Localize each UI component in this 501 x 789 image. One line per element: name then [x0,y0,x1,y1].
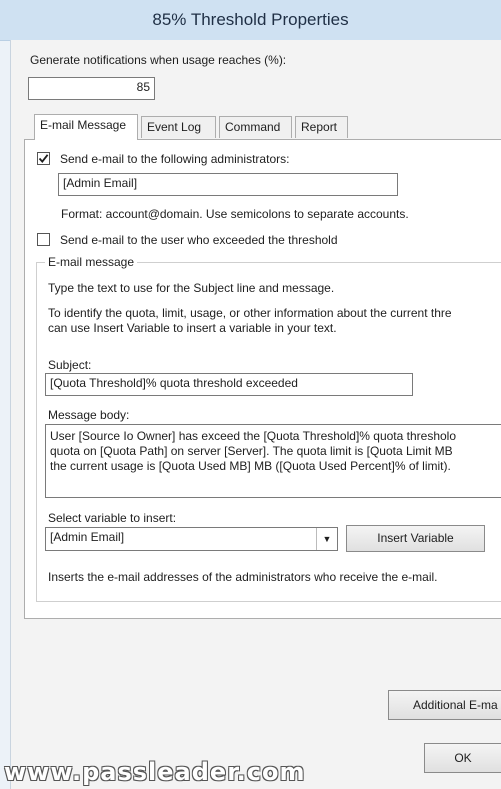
insert-variable-button[interactable]: Insert Variable [346,525,485,552]
message-body-line-1: User [Source Io Owner] has exceed the [Q… [50,429,457,443]
instructions-text: Type the text to use for the Subject lin… [48,281,335,295]
watermark-text: www.passleader.com [4,758,306,786]
tab-email-message[interactable]: E-mail Message [34,114,138,140]
additional-email-headers-button[interactable]: Additional E-ma [388,690,501,720]
subject-input[interactable]: [Quota Threshold]% quota threshold excee… [45,373,413,396]
variable-hint-line-2: can use Insert Variable to insert a vari… [48,321,337,335]
message-body-textarea[interactable]: User [Source Io Owner] has exceed the [Q… [45,424,501,498]
tab-event-log[interactable]: Event Log [141,116,216,138]
user-email-checkbox[interactable] [37,233,50,246]
variable-hint-line-1: To identify the quota, limit, usage, or … [48,306,452,320]
chevron-down-icon[interactable]: ▼ [316,528,337,550]
variable-select-value: [Admin Email] [50,530,125,544]
title-bar: 85% Threshold Properties [0,0,501,41]
message-body-line-3: the current usage is [Quota Used MB] MB … [50,459,451,473]
variable-select[interactable]: [Admin Email] ▼ [45,527,338,551]
subject-label: Subject: [48,358,92,372]
message-body-line-2: quota on [Quota Path] on server [Server]… [50,444,453,458]
admin-email-checkbox[interactable] [37,152,50,165]
email-message-group-label: E-mail message [45,255,138,269]
message-body-label: Message body: [48,408,130,422]
user-email-label: Send e-mail to the user who exceeded the… [60,233,338,247]
admin-email-input[interactable]: [Admin Email] [58,173,398,196]
select-variable-label: Select variable to insert: [48,511,177,525]
tab-report[interactable]: Report [295,116,348,138]
window-title: 85% Threshold Properties [152,10,349,29]
tab-command[interactable]: Command [219,116,292,138]
ok-button[interactable]: OK [424,743,501,773]
format-note: Format: account@domain. Use semicolons t… [61,207,409,221]
variable-description: Inserts the e-mail addresses of the admi… [48,570,438,584]
threshold-label: Generate notifications when usage reache… [30,53,287,67]
threshold-input[interactable]: 85 [28,77,155,100]
admin-email-label: Send e-mail to the following administrat… [60,152,290,166]
checkmark-icon [38,154,49,163]
